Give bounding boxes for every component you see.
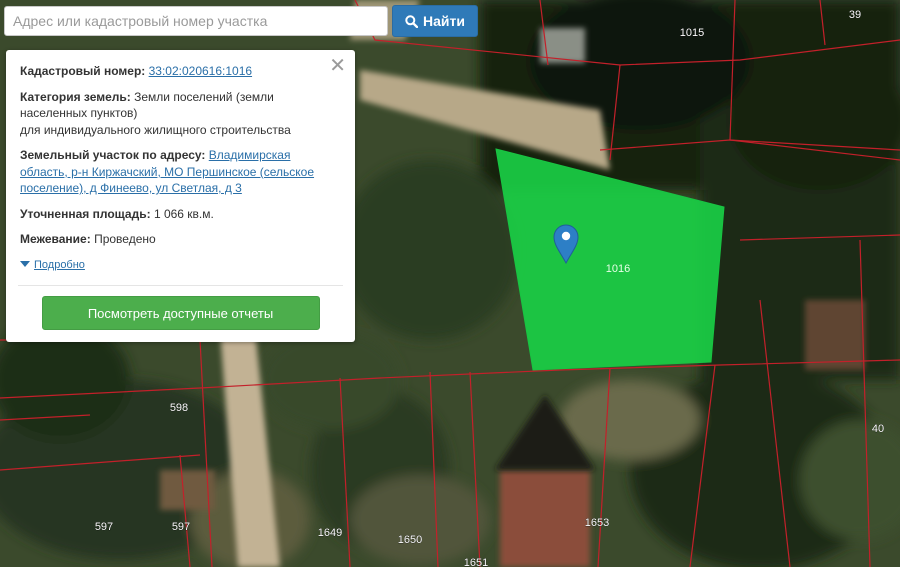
address-label: Земельный участок по адресу:: [20, 148, 206, 162]
search-icon: [405, 14, 418, 28]
view-reports-button[interactable]: Посмотреть доступные отчеты: [41, 296, 320, 330]
category-value-line2: населенных пунктов): [20, 106, 138, 120]
address-row: Земельный участок по адресу: Владимирска…: [20, 147, 341, 197]
address-link-line3[interactable]: поселение), д Финеево, ул Светлая, д 3: [20, 181, 242, 195]
category-value-line3: для индивидуального жилищного строительс…: [20, 122, 291, 137]
parcel-label-40: 40: [872, 423, 884, 435]
caret-down-icon: [20, 261, 30, 268]
details-toggle[interactable]: Подробно: [20, 257, 341, 274]
parcel-label-1653: 1653: [585, 517, 609, 529]
cadastral-row: Кадастровый номер: 33:02:020616:1016: [20, 63, 341, 80]
address-link-line1[interactable]: Владимирская: [209, 148, 291, 162]
parcel-info-panel: ✕ Кадастровый номер: 33:02:020616:1016 К…: [6, 50, 355, 342]
parcel-label-1651: 1651: [464, 557, 488, 567]
parcel-label-597: 597: [95, 521, 113, 533]
close-icon[interactable]: ✕: [329, 56, 346, 76]
parcel-label-597-b: 597: [172, 521, 190, 533]
selected-parcel-label: 1016: [606, 263, 630, 275]
search-input[interactable]: [4, 6, 388, 36]
category-row: Категория земель: Земли поселений (земли…: [20, 89, 341, 139]
survey-label: Межевание:: [20, 232, 91, 246]
search-bar: Найти: [4, 5, 478, 37]
details-link[interactable]: Подробно: [34, 257, 85, 274]
parcel-label-1650: 1650: [398, 534, 422, 546]
survey-value: Проведено: [94, 232, 156, 246]
address-link-line2[interactable]: область, р-н Киржачский, МО Першинское (…: [20, 165, 314, 179]
parcel-label-1015: 1015: [680, 27, 704, 39]
parcel-label-598: 598: [170, 402, 188, 414]
survey-row: Межевание: Проведено: [20, 231, 341, 248]
parcel-label-1649: 1649: [318, 527, 342, 539]
category-label: Категория земель:: [20, 89, 131, 104]
area-row: Уточненная площадь: 1 066 кв.м.: [20, 206, 341, 223]
parcel-label-39: 39: [849, 9, 861, 21]
area-value: 1 066 кв.м.: [153, 206, 214, 221]
category-value-line1: Земли поселений (земли: [134, 89, 274, 104]
cadastral-number-link[interactable]: 33:02:020616:1016: [149, 64, 252, 78]
search-button-label: Найти: [423, 13, 465, 29]
area-label: Уточненная площадь:: [20, 206, 151, 221]
panel-divider: [18, 285, 343, 286]
cadastral-label: Кадастровый номер:: [20, 64, 146, 78]
search-button[interactable]: Найти: [392, 5, 478, 37]
